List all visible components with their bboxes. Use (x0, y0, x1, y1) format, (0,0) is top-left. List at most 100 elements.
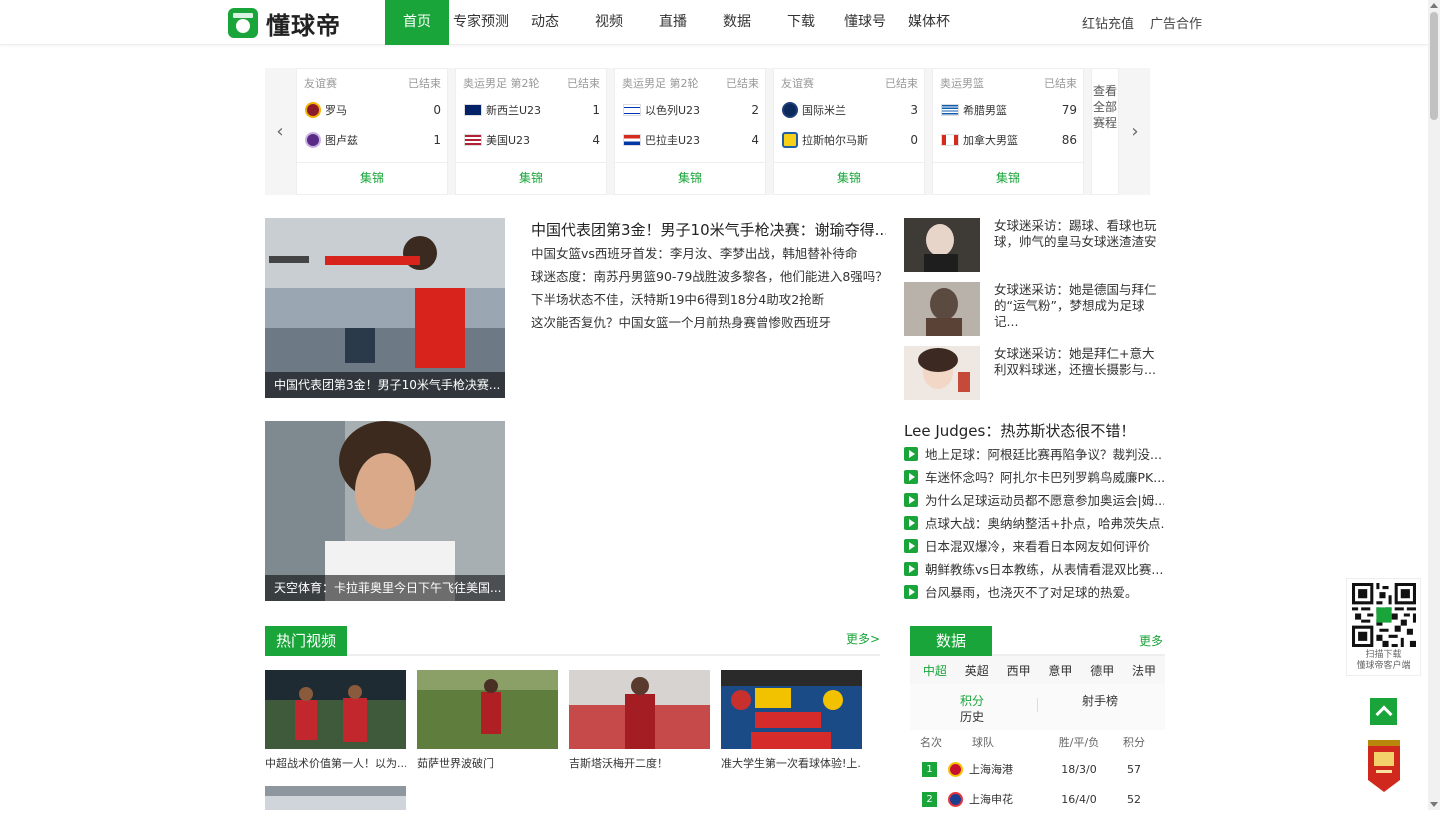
main-nav: 首页 专家预测 动态 视频 直播 数据 下载 懂球号 媒体杯 (385, 0, 961, 45)
play-icon (904, 538, 918, 553)
team-crest-icon (948, 791, 963, 807)
standings-header: 名次 球队 胜/平/负 积分 (910, 730, 1165, 754)
hero-caption: 中国代表团第3金！男子10米气手枪决赛... (265, 372, 505, 398)
video-list-title[interactable]: Lee Judges：热苏斯状态很不错！ (904, 420, 1135, 441)
interview-thumbnail (904, 218, 980, 272)
tab-serie-a[interactable]: 意甲 (1039, 662, 1081, 679)
play-icon (904, 446, 918, 461)
nav-live[interactable]: 直播 (641, 0, 705, 45)
play-icon (904, 469, 918, 484)
headline-link[interactable]: 下半场状态不佳，沃特斯19中6得到18分4助攻2抢断 (531, 288, 886, 311)
scroll-up-icon[interactable] (1430, 3, 1438, 8)
flag-israel-icon (623, 104, 641, 116)
highlights-link[interactable]: 集锦 (456, 162, 606, 194)
site-logo[interactable]: 懂球帝 (228, 8, 341, 40)
video-list-item[interactable]: 车迷怀念吗？阿扎尔卡巴列罗鹈鸟威廉PK... (904, 465, 1164, 488)
tab-history[interactable]: 历史 (960, 708, 984, 725)
video-card[interactable]: 茹萨世界波破门 (417, 670, 558, 771)
video-list-item[interactable]: 地上足球：阿根廷比赛再陷争议？裁判没... (904, 442, 1164, 465)
interview-item[interactable]: 女球迷采访：她是拜仁+意大利双料球迷，还擅长摄影与... (904, 346, 1164, 400)
logo-text: 懂球帝 (266, 11, 341, 40)
standings-row[interactable]: 1 上海海港 18/3/0 57 (910, 754, 1165, 784)
tab-la-liga[interactable]: 西甲 (998, 662, 1040, 679)
scroll-down-icon[interactable] (1430, 802, 1438, 807)
video-card-partial[interactable] (265, 786, 406, 810)
nav-download[interactable]: 下载 (769, 0, 833, 45)
nav-expert-predictions[interactable]: 专家预测 (449, 0, 513, 45)
play-icon (904, 492, 918, 507)
qr-code-icon (1352, 583, 1416, 647)
data-more-link[interactable]: 更多 (1139, 632, 1163, 649)
nav-home[interactable]: 首页 (385, 0, 449, 45)
home-team: 新西兰U23 (486, 104, 542, 117)
interview-item[interactable]: 女球迷采访：踢球、看球也玩球，帅气的皇马女球迷渣渣安 (904, 218, 1164, 272)
play-icon (904, 561, 918, 576)
header-links: 红钻充值 广告合作 (1082, 0, 1202, 45)
hot-videos-more-link[interactable]: 更多> (846, 630, 880, 647)
tab-standings[interactable]: 积分 (960, 692, 984, 709)
video-thumbnail (265, 786, 406, 810)
all-schedule-link[interactable]: 查看全部赛程 (1091, 68, 1119, 195)
match-competition: 友谊赛 (304, 77, 337, 90)
match-card[interactable]: 奥运男足 第2轮 已结束 以色列U23 2 巴拉圭U23 4 集锦 (614, 68, 766, 195)
hot-videos-header: 热门视频 更多> (265, 626, 880, 656)
video-thumbnail (721, 670, 862, 749)
match-card[interactable]: 奥运男足 第2轮 已结束 新西兰U23 1 美国U23 4 集锦 (455, 68, 607, 195)
team-name: 上海申花 (969, 793, 1013, 806)
video-card[interactable]: 吉斯塔沃梅开二度！ (569, 670, 710, 771)
home-team: 国际米兰 (802, 104, 846, 117)
stat-tabs: 积分 历史 射手榜 (910, 684, 1165, 730)
ad-cooperation-link[interactable]: 广告合作 (1150, 13, 1202, 32)
nav-media-cup[interactable]: 媒体杯 (897, 0, 961, 45)
video-card[interactable]: 准大学生第一次看球体验!上... (721, 670, 862, 771)
hero-image-shooting[interactable]: 中国代表团第3金！男子10米气手枪决赛... (265, 218, 505, 398)
promo-badge[interactable] (1366, 740, 1402, 792)
hero-image-calafiori[interactable]: 天空体育：卡拉菲奥里今日下午飞往美国... (265, 421, 505, 601)
headline-list: 中国代表团第3金！男子10米气手枪决赛：谢瑜夺得... 中国女篮vs西班牙首发：… (531, 218, 886, 334)
highlights-link[interactable]: 集锦 (774, 162, 924, 194)
video-list-item[interactable]: 日本混双爆冷，来看看日本网友如何评价 (904, 534, 1164, 557)
home-team: 罗马 (325, 104, 347, 117)
page-scrollbar[interactable] (1428, 0, 1440, 810)
nav-feed[interactable]: 动态 (513, 0, 577, 45)
scrollbar-thumb[interactable] (1430, 12, 1438, 120)
highlights-link[interactable]: 集锦 (615, 162, 765, 194)
chevron-left-icon[interactable]: ‹ (265, 68, 295, 195)
tab-csl[interactable]: 中超 (914, 662, 956, 679)
tab-bundesliga[interactable]: 德甲 (1081, 662, 1123, 679)
headline-link[interactable]: 这次能否复仇？中国女篮一个月前热身赛曾惨败西班牙 (531, 311, 886, 334)
flag-paraguay-icon (623, 134, 641, 146)
tab-premier-league[interactable]: 英超 (956, 662, 998, 679)
video-list-item[interactable]: 台风暴雨，也浇灭不了对足球的热爱。 (904, 580, 1164, 603)
data-panel: 数据 更多 中超 英超 西甲 意甲 德甲 法甲 积分 历史 射手榜 名次 球队 … (910, 626, 1165, 816)
match-card[interactable]: 友谊赛 已结束 罗马 0 图卢兹 1 集锦 (296, 68, 448, 195)
video-list-item[interactable]: 点球大战：奥纳纳整活+扑点，哈弗茨失点... (904, 511, 1164, 534)
headline-link[interactable]: 中国女篮vs西班牙首发：李月汝、李梦出战，韩旭替补待命 (531, 242, 886, 265)
video-list-item[interactable]: 为什么足球运动员都不愿意参加奥运会|姆... (904, 488, 1164, 511)
highlights-link[interactable]: 集锦 (933, 162, 1083, 194)
highlights-link[interactable]: 集锦 (297, 162, 447, 194)
match-card[interactable]: 友谊赛 已结束 国际米兰 3 拉斯帕尔马斯 0 集锦 (773, 68, 925, 195)
nav-data[interactable]: 数据 (705, 0, 769, 45)
tab-ligue-1[interactable]: 法甲 (1123, 662, 1165, 679)
video-card[interactable]: 中超战术价值第一人！以为... (265, 670, 406, 771)
flag-new-zealand-icon (464, 104, 482, 116)
interview-item[interactable]: 女球迷采访：她是德国与拜仁的“运气粉”，梦想成为足球记... (904, 282, 1164, 336)
headline-link[interactable]: 球迷态度：南苏丹男篮90-79战胜波多黎各，他们能进入8强吗？ (531, 265, 886, 288)
data-panel-title: 数据 (910, 626, 992, 656)
vip-recharge-link[interactable]: 红钻充值 (1082, 13, 1134, 32)
video-title: 茹萨世界波破门 (417, 757, 494, 770)
chevron-right-icon[interactable]: › (1120, 68, 1150, 195)
away-score: 4 (751, 133, 759, 147)
nav-videos[interactable]: 视频 (577, 0, 641, 45)
team-crest-icon (948, 761, 963, 777)
top-headline[interactable]: 中国代表团第3金！男子10米气手枪决赛：谢瑜夺得... (531, 218, 886, 242)
tab-top-scorers[interactable]: 射手榜 (1082, 692, 1118, 709)
away-score: 1 (433, 133, 441, 147)
nav-dongqiu-account[interactable]: 懂球号 (833, 0, 897, 45)
match-card[interactable]: 奥运男篮 已结束 希腊男篮 79 加拿大男篮 86 集锦 (932, 68, 1084, 195)
video-list-item[interactable]: 朝鲜教练vs日本教练，从表情看混双比赛... (904, 557, 1164, 580)
app-download-qr[interactable]: 扫描下载 懂球帝客户端 (1346, 578, 1421, 676)
back-to-top-button[interactable] (1370, 698, 1397, 725)
rank-badge: 1 (922, 761, 937, 777)
